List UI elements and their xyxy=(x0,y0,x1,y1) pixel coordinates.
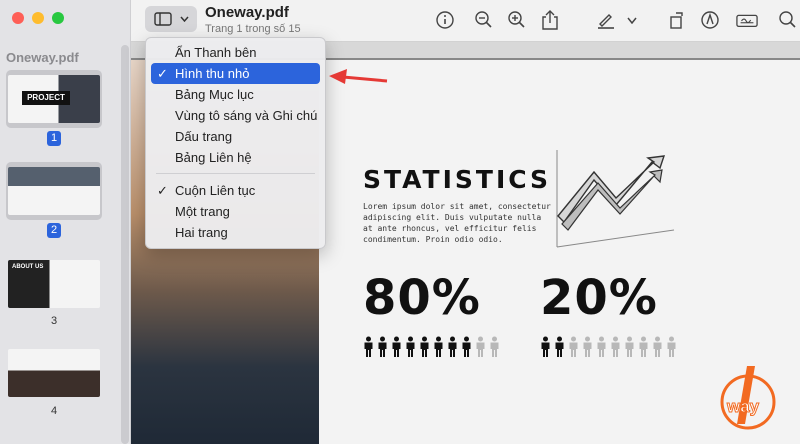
menu-item-label: Dấu trang xyxy=(175,129,233,144)
page-number-3: 3 xyxy=(50,315,58,327)
person-icon xyxy=(611,336,620,357)
info-icon[interactable] xyxy=(434,9,456,31)
menu-item-two-pages[interactable]: Hai trang xyxy=(151,222,320,243)
oneway-logo: way xyxy=(720,366,776,430)
highlight-pen-icon[interactable] xyxy=(595,9,617,31)
person-icon xyxy=(555,336,564,357)
stat-20-percent: 20% xyxy=(540,270,658,326)
thumbnail-sidebar: Oneway.pdf PROJECT 1 2 ABOUT US 3 4 xyxy=(0,0,131,444)
thumbnail-label: PROJECT xyxy=(22,91,70,105)
menu-item-table-of-contents[interactable]: Bảng Mục lục xyxy=(151,84,320,105)
menu-item-label: Bảng Mục lục xyxy=(175,87,254,102)
stats-body-text: Lorem ipsum dolor sit amet, consectetur … xyxy=(363,202,551,244)
document-title: Oneway.pdf xyxy=(205,4,289,21)
menu-item-highlights-notes[interactable]: Vùng tô sáng và Ghi chú xyxy=(151,105,320,126)
person-icon xyxy=(569,336,578,357)
thumbnail-page-3[interactable]: ABOUT US xyxy=(8,260,100,308)
minimize-window-button[interactable] xyxy=(32,12,44,24)
menu-item-label: Cuộn Liên tục xyxy=(175,183,256,198)
menu-item-label: Bảng Liên hệ xyxy=(175,150,252,165)
person-icon xyxy=(583,336,592,357)
person-icon xyxy=(462,336,471,357)
person-icon xyxy=(490,336,499,357)
menu-item-continuous-scroll[interactable]: ✓ Cuộn Liên tục xyxy=(151,180,320,201)
thumbnail-label: ABOUT US xyxy=(12,264,44,270)
thumbnail-image: PROJECT xyxy=(8,75,100,123)
menu-item-bookmarks[interactable]: Dấu trang xyxy=(151,126,320,147)
person-icon xyxy=(434,336,443,357)
thumbnail-page-4[interactable] xyxy=(8,349,100,397)
people-icons-group-1 xyxy=(363,336,500,358)
share-icon[interactable] xyxy=(539,9,561,31)
zoom-out-icon[interactable] xyxy=(473,9,495,31)
page-indicator: Trang 1 trong số 15 xyxy=(205,23,301,35)
person-icon xyxy=(476,336,485,357)
person-icon xyxy=(406,336,415,357)
markup-icon[interactable] xyxy=(699,9,721,31)
people-icons-group-2 xyxy=(540,336,677,358)
rotate-icon[interactable] xyxy=(666,9,688,31)
menu-item-label: Vùng tô sáng và Ghi chú xyxy=(175,108,318,123)
person-icon xyxy=(625,336,634,357)
menu-item-label: Hình thu nhỏ xyxy=(175,66,250,81)
menu-item-thumbnails[interactable]: ✓ Hình thu nhỏ xyxy=(151,63,320,84)
person-icon xyxy=(448,336,457,357)
checkmark-icon: ✓ xyxy=(157,66,168,81)
toolbar: Oneway.pdf Trang 1 trong số 15 xyxy=(131,0,800,42)
sidebar-title: Oneway.pdf xyxy=(6,50,79,65)
person-icon xyxy=(639,336,648,357)
person-icon xyxy=(541,336,550,357)
close-window-button[interactable] xyxy=(12,12,24,24)
thumbnail-image xyxy=(8,167,100,215)
window-controls xyxy=(12,12,64,24)
person-icon xyxy=(378,336,387,357)
person-icon xyxy=(597,336,606,357)
red-pointer-arrow-icon xyxy=(329,69,388,84)
sidebar-scrollbar[interactable] xyxy=(121,45,129,444)
sidebar-icon xyxy=(153,12,172,26)
checkmark-icon: ✓ xyxy=(157,183,168,198)
page-number-1: 1 xyxy=(47,131,61,146)
menu-separator xyxy=(156,173,315,174)
person-icon xyxy=(667,336,676,357)
menu-item-label: Ẩn Thanh bên xyxy=(175,45,257,60)
person-icon xyxy=(364,336,373,357)
sidebar-toggle-button[interactable] xyxy=(145,6,197,32)
menu-item-contact-sheet[interactable]: Bảng Liên hệ xyxy=(151,147,320,168)
page-number-2: 2 xyxy=(47,223,61,238)
menu-item-label: Một trang xyxy=(175,204,230,219)
stat-80-percent: 80% xyxy=(363,270,481,326)
zoom-window-button[interactable] xyxy=(52,12,64,24)
search-icon[interactable] xyxy=(776,9,798,31)
chevron-down-icon xyxy=(179,16,189,22)
logo-text: way xyxy=(726,397,760,416)
zoom-in-icon[interactable] xyxy=(506,9,528,31)
menu-item-label: Hai trang xyxy=(175,225,228,240)
person-icon xyxy=(653,336,662,357)
stats-heading: STATISTICS xyxy=(363,165,552,194)
chevron-down-icon[interactable] xyxy=(621,9,643,31)
menu-item-single-page[interactable]: Một trang xyxy=(151,201,320,222)
page-number-4: 4 xyxy=(50,405,58,417)
signature-icon[interactable] xyxy=(736,9,758,31)
menu-item-hide-sidebar[interactable]: Ẩn Thanh bên xyxy=(151,42,320,63)
rising-arrow-graphic xyxy=(556,150,675,248)
sidebar-view-menu: Ẩn Thanh bên ✓ Hình thu nhỏ Bảng Mục lục… xyxy=(145,37,326,249)
person-icon xyxy=(420,336,429,357)
person-icon xyxy=(392,336,401,357)
